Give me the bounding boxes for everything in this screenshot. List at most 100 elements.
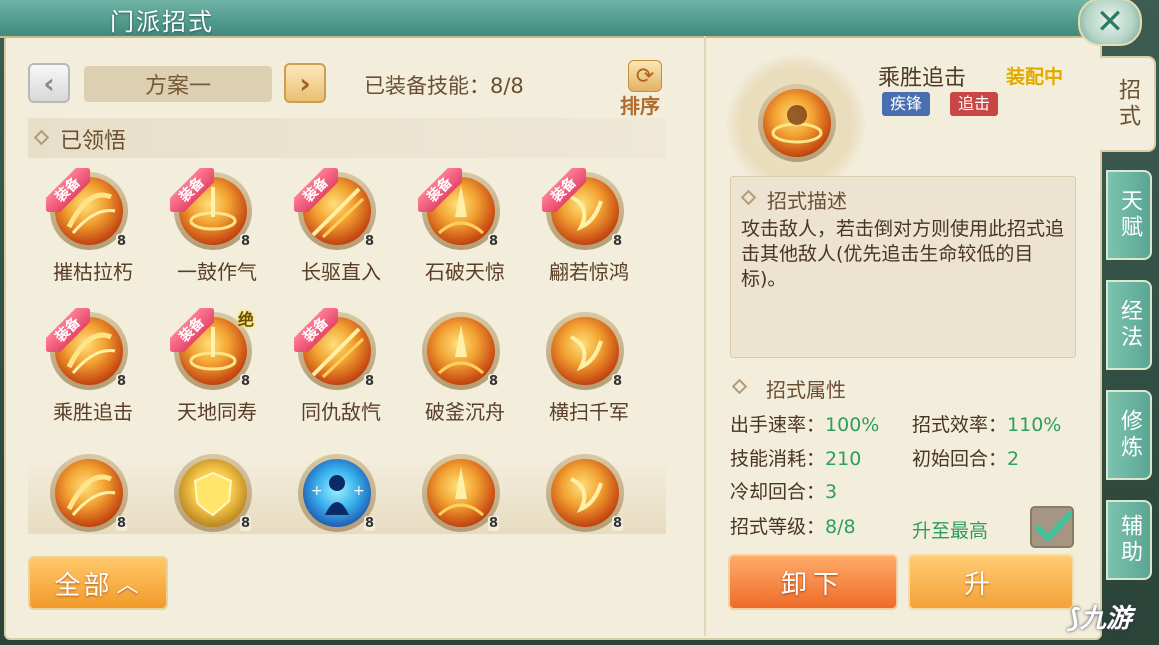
close-icon: ✕ (1095, 2, 1125, 42)
skill-item[interactable]: 8 装备一鼓作气 (158, 160, 268, 295)
equipped-count: 已装备技能：8/8 (364, 74, 524, 98)
tab-cultivation[interactable]: 修炼 (1106, 390, 1152, 480)
skill-level: 8 (116, 234, 128, 249)
skill-name: 摧枯拉朽 (53, 260, 133, 284)
chevron-up-icon: ︿ (116, 573, 142, 598)
attr-cooldown: 冷却回合：3 (730, 481, 838, 503)
tab-scripture[interactable]: 经法 (1106, 280, 1152, 370)
skill-item[interactable]: 8 破釜沉舟 (406, 300, 516, 435)
equipped-badge: 装备 (418, 168, 462, 212)
skill-item[interactable]: 8 (158, 442, 268, 534)
equipped-badge: 装备 (46, 168, 90, 212)
equipped-badge: 装备 (170, 168, 214, 212)
upgrade-max-label: 升至最高 (912, 520, 989, 542)
skill-name: 天地同寿 (177, 400, 257, 424)
attr-cost: 技能消耗：210 (730, 448, 862, 470)
skill-tag: 疾锋 (882, 92, 931, 116)
skill-level: 8 (364, 234, 376, 249)
skill-item[interactable]: 8 横扫千军 (530, 300, 640, 435)
sort-label: 排序 (620, 94, 660, 118)
tab-assist[interactable]: 辅助 (1106, 500, 1152, 580)
watermark-text: 九游 (1079, 604, 1132, 634)
skill-icon (55, 459, 123, 527)
description-box: 招式描述 攻击敌人，若击倒对方则使用此招式追击其他敌人(优先追击生命较低的目标)… (730, 176, 1076, 358)
equip-status: 装配中 (1006, 66, 1064, 88)
skill-level: 8 (612, 374, 624, 389)
tab-moves[interactable]: 招式 (1100, 56, 1156, 152)
plan-name[interactable]: 方案一 (84, 66, 272, 102)
skill-name: 长驱直入 (301, 260, 381, 284)
skill-item[interactable]: 8 (34, 442, 144, 534)
attr-start-round: 初始回合：2 (912, 448, 1020, 470)
skill-item[interactable]: 8 (530, 442, 640, 534)
skill-level: 8 (612, 516, 624, 531)
selected-skill-name: 乘胜追击 (878, 66, 967, 91)
skill-item[interactable]: 8 装备翩若惊鸿 (530, 160, 640, 295)
skill-name: 石破天惊 (425, 260, 505, 284)
skill-tag: 追击 (950, 92, 999, 116)
skill-name: 一鼓作气 (177, 260, 257, 284)
skill-item[interactable]: + +8 (282, 442, 392, 534)
upgrade-button[interactable]: 升 (908, 554, 1074, 610)
skill-name: 横扫千军 (549, 400, 629, 424)
description-title: 招式描述 (767, 189, 847, 213)
skill-item[interactable]: 8 装备 乘胜追击 (34, 300, 144, 435)
prev-plan-button[interactable]: ‹ (28, 63, 70, 103)
skill-level: 8 (240, 374, 252, 389)
skill-level: 8 (116, 516, 128, 531)
learned-header: 已领悟 (28, 118, 666, 158)
filter-all-button[interactable]: 全部 ︿ (28, 556, 168, 610)
skill-icon (427, 317, 495, 385)
ultimate-mark: 绝 (238, 310, 255, 329)
skill-item[interactable]: 8 (406, 442, 516, 534)
skill-level: 8 (612, 234, 624, 249)
equipped-badge: 装备 (542, 168, 586, 212)
skill-icon (551, 317, 619, 385)
skill-art (763, 89, 831, 157)
equipped-badge: 装备 (294, 308, 338, 352)
filter-all-label: 全部 (54, 570, 113, 601)
watermark-logo-icon: ⟆ (1068, 604, 1080, 634)
skill-item[interactable]: 8 装备 绝天地同寿 (158, 300, 268, 435)
next-plan-button[interactable]: › (284, 63, 326, 103)
selected-skill-icon (726, 54, 866, 194)
skill-name: 翩若惊鸿 (549, 260, 629, 284)
skill-level: 8 (240, 516, 252, 531)
skill-item[interactable]: 8 装备 石破天惊 (406, 160, 516, 295)
refresh-icon: ⟳ (628, 60, 662, 92)
description-text: 攻击敌人，若击倒对方则使用此招式追击其他敌人(优先追击生命较低的目标)。 (741, 218, 1065, 290)
skill-item[interactable]: 8 装备摧枯拉朽 (34, 160, 144, 295)
upgrade-max-checkbox[interactable] (1030, 506, 1074, 548)
attributes-title: 招式属性 (766, 378, 846, 402)
unequip-button[interactable]: 卸下 (728, 554, 898, 610)
equipped-badge: 装备 (170, 308, 214, 352)
skill-name: 同仇敌忾 (301, 400, 381, 424)
skill-level: 8 (364, 516, 376, 531)
learned-title: 已领悟 (60, 129, 127, 154)
sort-button[interactable]: ⟳ 排序 (618, 60, 668, 118)
skill-ring (758, 84, 836, 162)
svg-text:+: + (311, 483, 323, 499)
panel-divider (704, 36, 706, 636)
attr-efficiency: 招式效率：110% (912, 414, 1062, 436)
skill-item[interactable]: 8 装备 同仇敌忾 (282, 300, 392, 435)
svg-text:+: + (353, 483, 365, 499)
watermark: ⟆九游 (1068, 598, 1132, 635)
skill-level: 8 (240, 234, 252, 249)
skill-icon: + + (303, 459, 371, 527)
attr-speed: 出手速率：100% (730, 414, 880, 436)
equipped-badge: 装备 (294, 168, 338, 212)
skill-grid[interactable]: 8 装备 摧枯拉朽 8 装备 一鼓作气 8 装备 长驱直入 8 装备 石破天惊 8 装备 翩若惊鸿 8 装备 乘胜… (28, 160, 666, 534)
diamond-icon (740, 189, 757, 206)
close-button[interactable]: ✕ (1078, 0, 1142, 46)
diamond-icon (33, 129, 50, 146)
check-icon (1035, 511, 1073, 541)
skill-icon (551, 459, 619, 527)
skill-level: 8 (488, 374, 500, 389)
skill-item[interactable]: 8 装备长驱直入 (282, 160, 392, 295)
attr-grade: 招式等级：8/8 (730, 516, 856, 538)
chevron-left-icon: ‹ (43, 66, 55, 100)
skill-level: 8 (116, 374, 128, 389)
tab-talent[interactable]: 天赋 (1106, 170, 1152, 260)
skill-name: 乘胜追击 (53, 400, 133, 424)
